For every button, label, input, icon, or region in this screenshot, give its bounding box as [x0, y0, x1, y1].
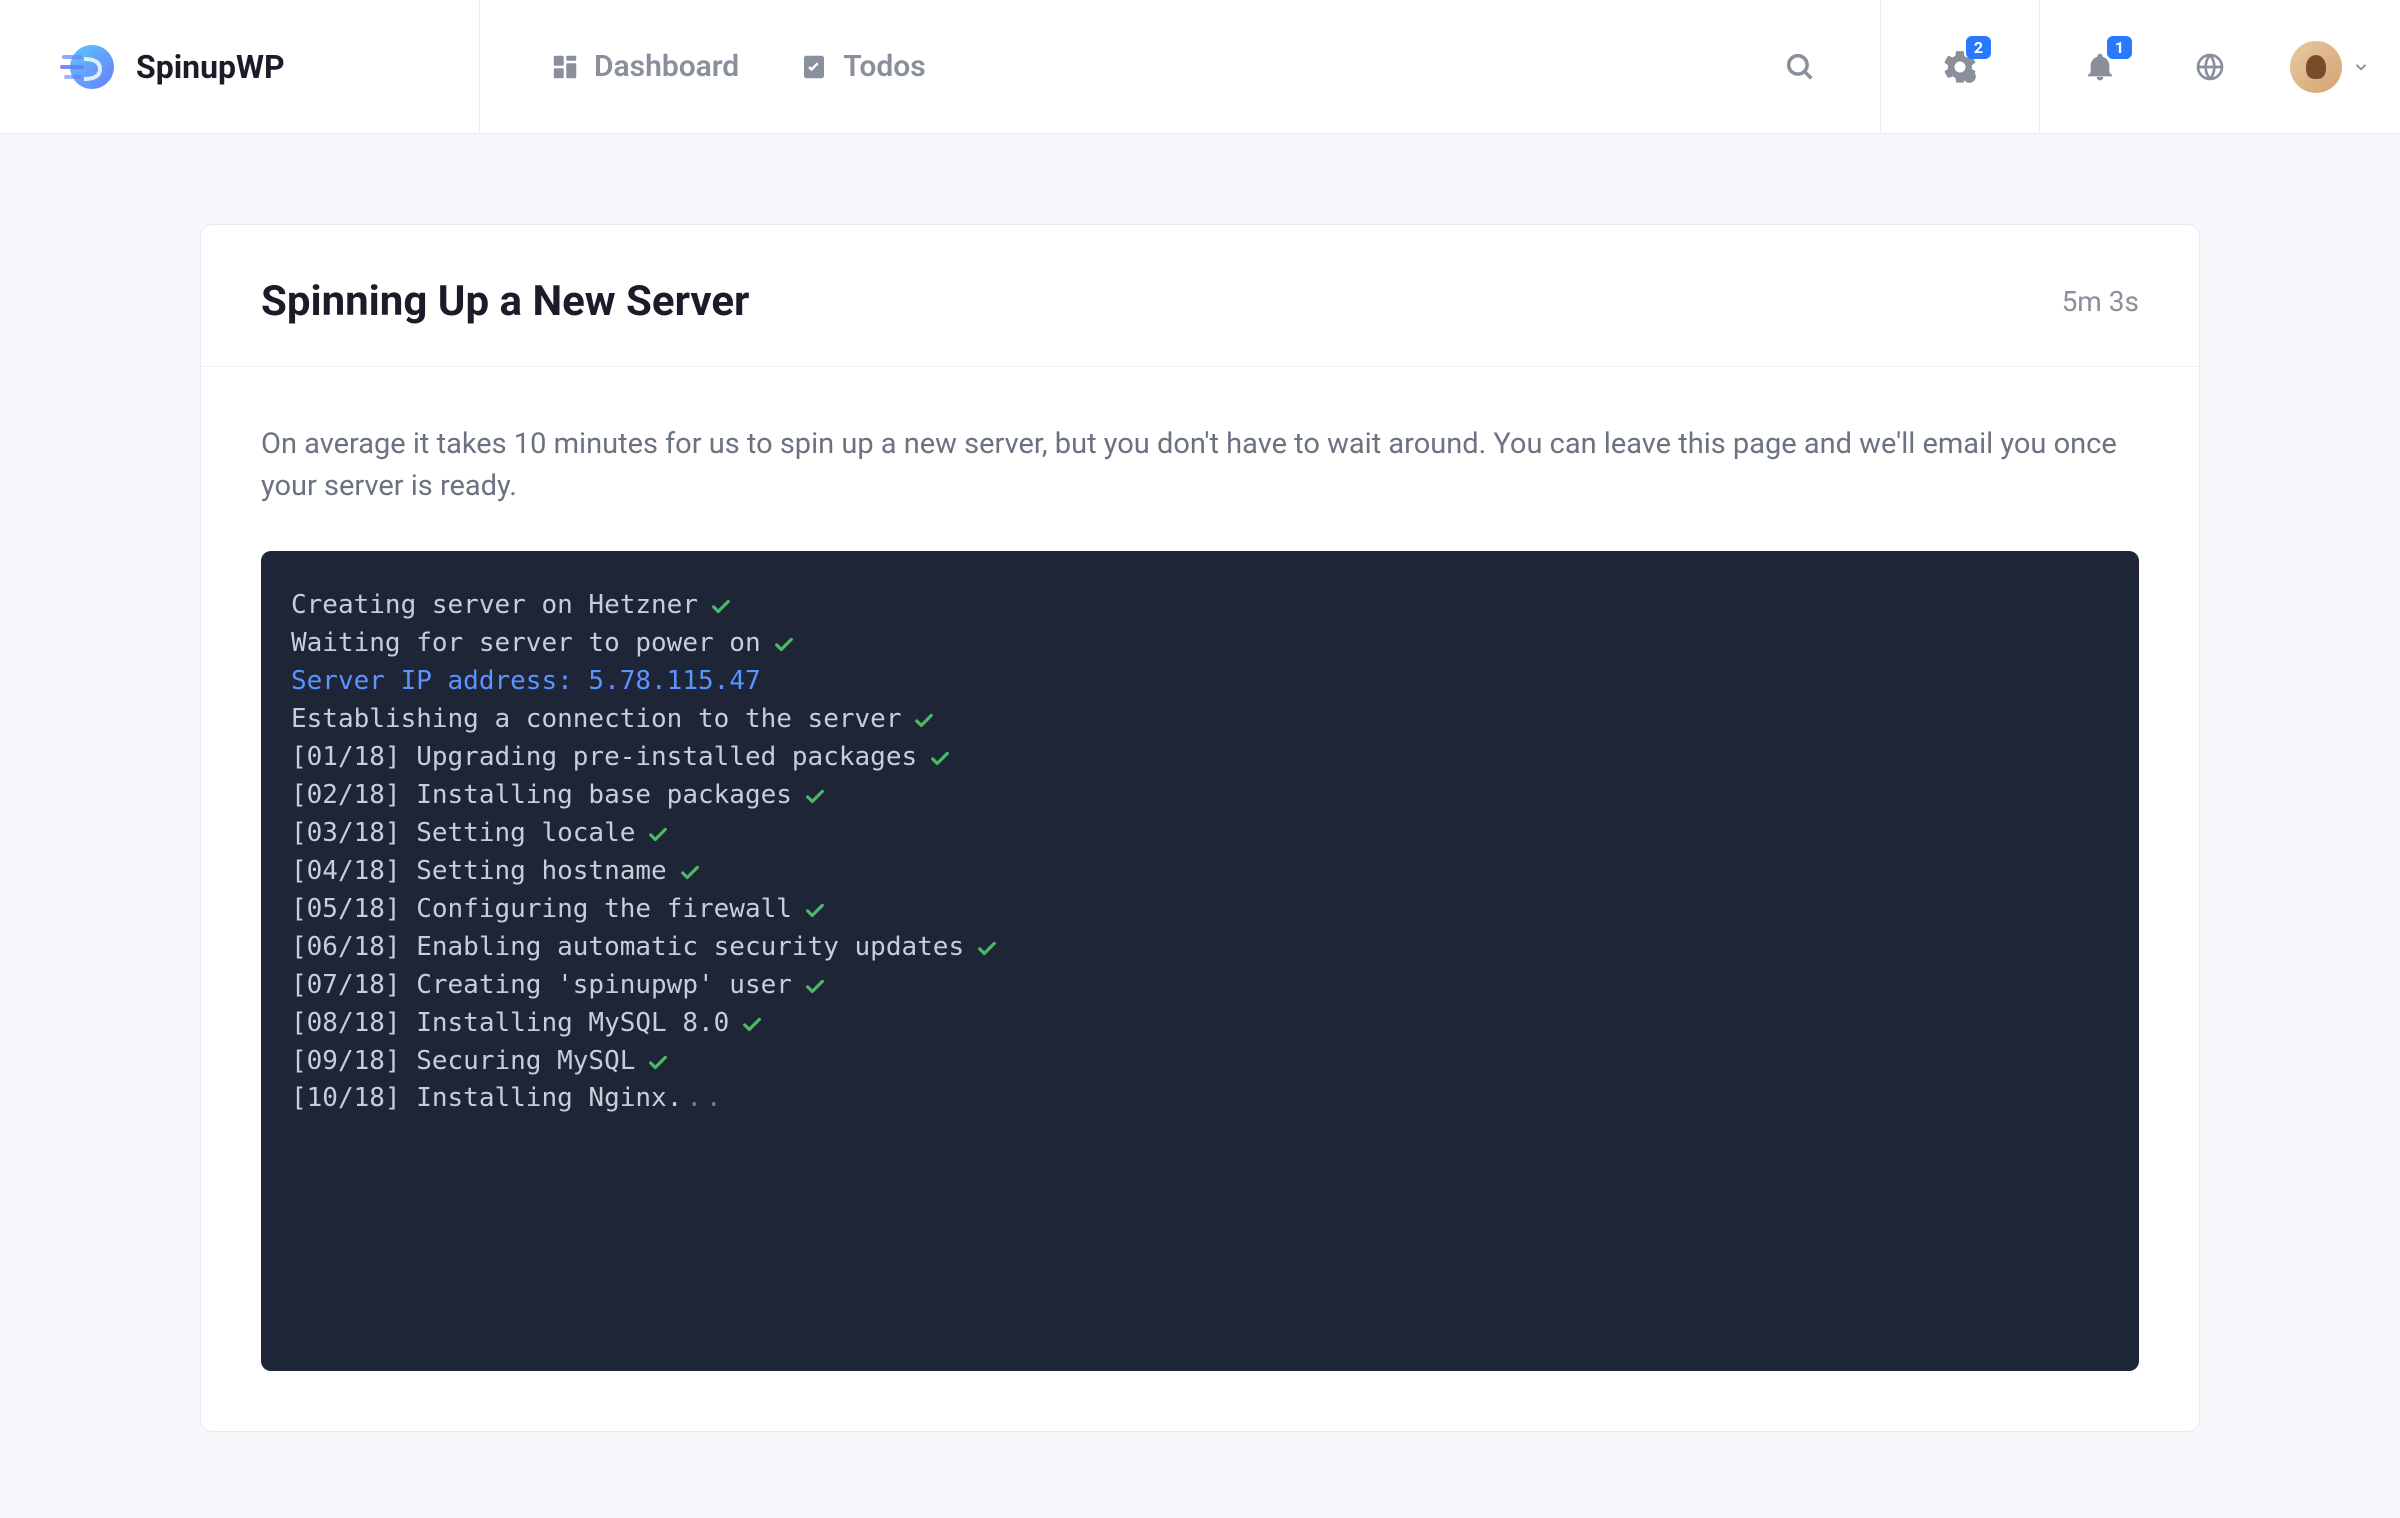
globe-icon: [2194, 51, 2226, 83]
terminal-line-text: [06/18] Enabling automatic security upda…: [291, 929, 964, 967]
check-icon: [929, 747, 951, 769]
todos-icon: [799, 52, 829, 82]
terminal-line: [01/18] Upgrading pre-installed packages: [291, 739, 2109, 777]
check-icon: [804, 899, 826, 921]
terminal-line-text: [03/18] Setting locale: [291, 815, 635, 853]
terminal-line: Creating server on Hetzner: [291, 587, 2109, 625]
brand-name: SpinupWP: [136, 48, 285, 86]
topbar: SpinupWP Dashboard Todos: [0, 0, 2400, 134]
nav-dashboard[interactable]: Dashboard: [520, 0, 769, 133]
check-icon: [773, 633, 795, 655]
help-button[interactable]: [2160, 0, 2260, 133]
search-icon: [1783, 50, 1817, 84]
check-icon: [741, 1013, 763, 1035]
terminal-line-text: [02/18] Installing base packages: [291, 777, 792, 815]
main-content: Spinning Up a New Server 5m 3s On averag…: [180, 224, 2220, 1432]
nav-todos-label: Todos: [843, 49, 925, 84]
search-button[interactable]: [1720, 0, 1880, 133]
terminal-line-text: [07/18] Creating 'spinupwp' user: [291, 967, 792, 1005]
avatar: [2290, 41, 2342, 93]
check-icon: [804, 975, 826, 997]
terminal-line: [07/18] Creating 'spinupwp' user: [291, 967, 2109, 1005]
notifications-badge: 1: [2107, 36, 2132, 59]
nav-todos[interactable]: Todos: [769, 0, 955, 133]
terminal-line: Waiting for server to power on: [291, 625, 2109, 663]
settings-button[interactable]: 2: [1880, 0, 2040, 133]
chevron-down-icon: [2352, 58, 2370, 76]
topbar-right: 2 1: [1720, 0, 2400, 133]
check-icon: [710, 595, 732, 617]
brand-section[interactable]: SpinupWP: [0, 0, 480, 133]
check-icon: [647, 1051, 669, 1073]
terminal-line-text: Creating server on Hetzner: [291, 587, 698, 625]
terminal-line: Establishing a connection to the server: [291, 701, 2109, 739]
terminal-line-text: [04/18] Setting hostname: [291, 853, 667, 891]
terminal-line: [05/18] Configuring the firewall: [291, 891, 2109, 929]
terminal-line-text: Establishing a connection to the server: [291, 701, 901, 739]
terminal-line-text: [08/18] Installing MySQL 8.0: [291, 1005, 729, 1043]
terminal-line: [06/18] Enabling automatic security upda…: [291, 929, 2109, 967]
elapsed-timer: 5m 3s: [2062, 285, 2139, 318]
dashboard-icon: [550, 52, 580, 82]
nav-links: Dashboard Todos: [480, 0, 1720, 133]
terminal-line: Server IP address: 5.78.115.47: [291, 663, 2109, 701]
terminal-line-text: Waiting for server to power on: [291, 625, 761, 663]
check-icon: [647, 823, 669, 845]
nav-dashboard-label: Dashboard: [594, 49, 739, 84]
notifications-button[interactable]: 1: [2040, 0, 2160, 133]
card-description: On average it takes 10 minutes for us to…: [261, 423, 2139, 507]
check-icon: [804, 785, 826, 807]
user-menu[interactable]: [2260, 0, 2400, 133]
check-icon: [913, 709, 935, 731]
terminal-line: [10/18] Installing Nginx ...: [291, 1080, 2109, 1118]
terminal-line: [08/18] Installing MySQL 8.0: [291, 1005, 2109, 1043]
terminal-line: [04/18] Setting hostname: [291, 853, 2109, 891]
terminal-line: [03/18] Setting locale: [291, 815, 2109, 853]
terminal-line-text: [05/18] Configuring the firewall: [291, 891, 792, 929]
terminal-line: [09/18] Securing MySQL: [291, 1043, 2109, 1081]
brand-logo-icon: [60, 39, 116, 95]
check-icon: [976, 937, 998, 959]
settings-badge: 2: [1966, 36, 1991, 59]
terminal-line: [02/18] Installing base packages: [291, 777, 2109, 815]
terminal-line-text: [09/18] Securing MySQL: [291, 1043, 635, 1081]
card-body: On average it takes 10 minutes for us to…: [201, 367, 2199, 1431]
terminal-line-text: Server IP address: 5.78.115.47: [291, 663, 761, 701]
card-header: Spinning Up a New Server 5m 3s: [201, 225, 2199, 367]
terminal-line-text: [01/18] Upgrading pre-installed packages: [291, 739, 917, 777]
progress-card: Spinning Up a New Server 5m 3s On averag…: [200, 224, 2200, 1432]
loading-dots: ...: [667, 1080, 722, 1118]
page-title: Spinning Up a New Server: [261, 277, 749, 326]
terminal-line-text: [10/18] Installing Nginx: [291, 1080, 667, 1118]
check-icon: [679, 861, 701, 883]
terminal-output: Creating server on HetznerWaiting for se…: [261, 551, 2139, 1371]
